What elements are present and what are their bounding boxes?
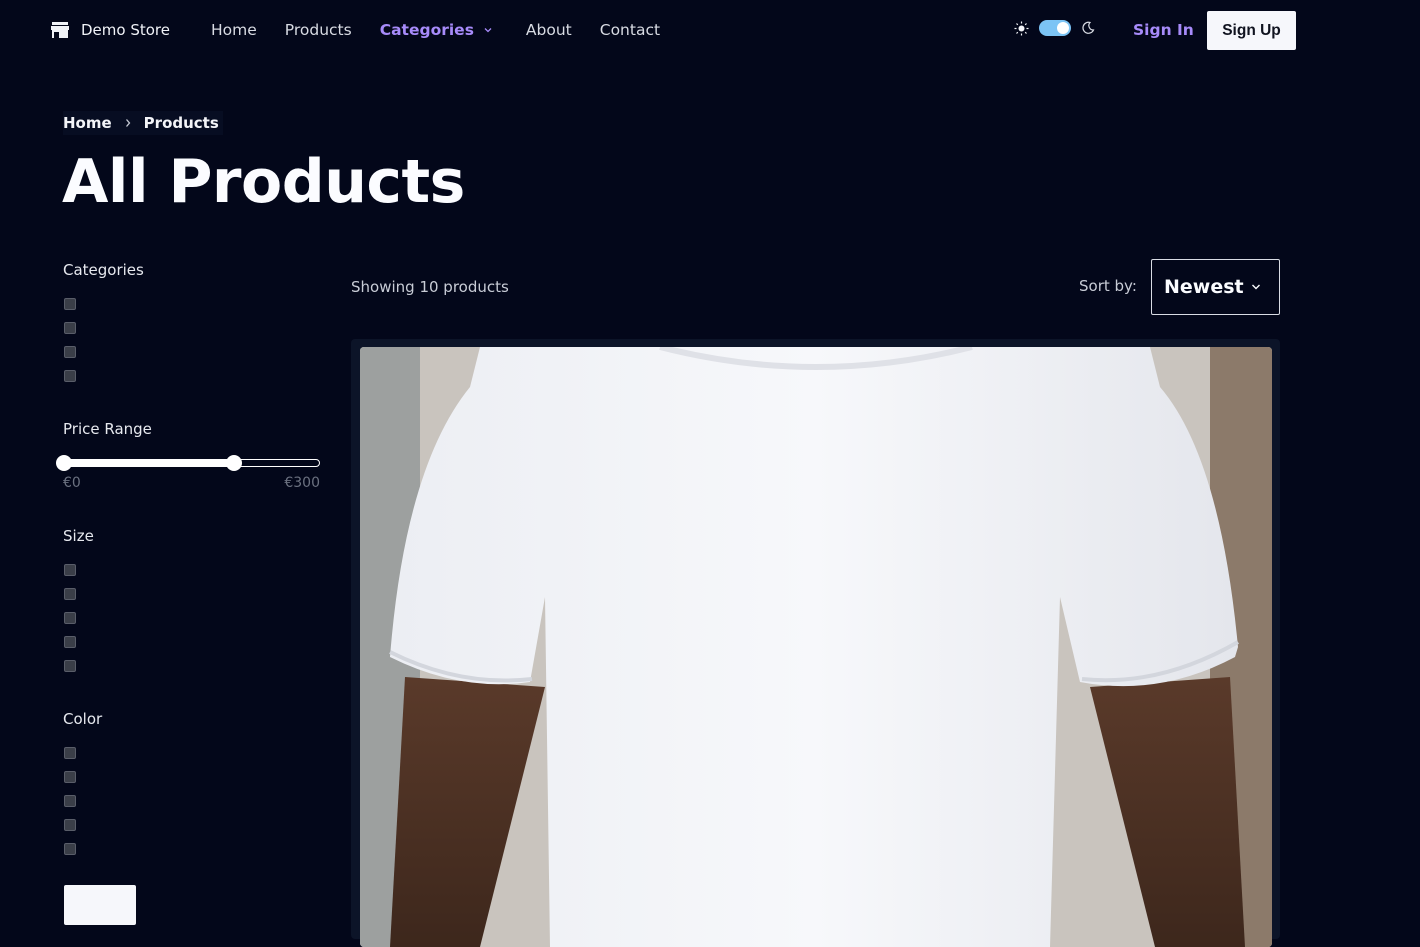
filter-price-title: Price Range [63,420,152,438]
nav-about[interactable]: About [526,21,572,39]
tshirt-photo [360,347,1272,947]
color-checkbox[interactable] [64,771,76,783]
size-checkbox[interactable] [64,612,76,624]
price-min-handle[interactable] [56,455,72,471]
nav-home[interactable]: Home [211,21,257,39]
sort-label: Sort by: [1079,277,1137,295]
brand-name: Demo Store [81,21,170,39]
sort-value: Newest [1164,276,1244,298]
price-max-handle[interactable] [226,455,243,471]
filter-size-title: Size [63,527,94,545]
sign-in-link[interactable]: Sign In [1133,21,1194,39]
nav-categories-label: Categories [379,21,474,39]
price-range-labels: €0 €300 [63,475,320,491]
size-checkbox[interactable] [64,564,76,576]
filter-color: Color [63,710,323,855]
store-icon [51,22,69,38]
chevron-right-icon [125,119,131,127]
price-max-label: €300 [284,475,320,491]
filter-categories-title: Categories [63,261,144,279]
breadcrumb-home[interactable]: Home [63,114,112,132]
product-count: Showing 10 products [351,278,509,296]
nav-links: Home Products Categories About Contact [211,21,688,39]
color-checkbox[interactable] [64,747,76,759]
chevron-down-icon [1252,284,1260,290]
category-checkbox[interactable] [64,346,76,358]
theme-toggle[interactable] [1039,20,1071,36]
category-checkbox[interactable] [64,322,76,334]
category-checkbox[interactable] [64,370,76,382]
nav-products[interactable]: Products [285,21,352,39]
color-checkbox[interactable] [64,819,76,831]
price-min-label: €0 [63,475,81,491]
top-nav: Demo Store Home Products Categories Abou… [0,0,1420,62]
filter-color-title: Color [63,710,103,728]
filter-size: Size [63,527,323,672]
filter-categories: Categories [63,261,323,382]
size-checkbox[interactable] [64,636,76,648]
size-checkbox[interactable] [64,660,76,672]
color-checkbox[interactable] [64,795,76,807]
size-checkbox[interactable] [64,588,76,600]
theme-switcher [1014,20,1095,36]
moon-icon [1082,21,1095,34]
sort-select[interactable]: Newest [1151,259,1280,315]
filter-price: Price Range €0 €300 [56,420,323,491]
apply-filters-button[interactable] [64,885,136,925]
filter-sidebar: Categories Price Range €0 €300 Size Colo… [56,261,323,855]
brand[interactable]: Demo Store [51,21,170,39]
breadcrumb-products[interactable]: Products [144,114,219,132]
chevron-down-icon [484,28,492,33]
product-card[interactable] [351,339,1280,947]
price-range-fill [63,459,235,467]
color-checkbox[interactable] [64,843,76,855]
page-title: All Products [62,147,465,217]
nav-contact[interactable]: Contact [600,21,660,39]
category-checkbox[interactable] [64,298,76,310]
sun-icon [1014,21,1029,35]
product-image[interactable] [360,347,1272,947]
sign-up-button[interactable]: Sign Up [1207,11,1296,50]
price-range-slider[interactable] [56,452,323,472]
breadcrumb: Home Products [63,111,223,135]
nav-categories[interactable]: Categories [380,21,492,39]
